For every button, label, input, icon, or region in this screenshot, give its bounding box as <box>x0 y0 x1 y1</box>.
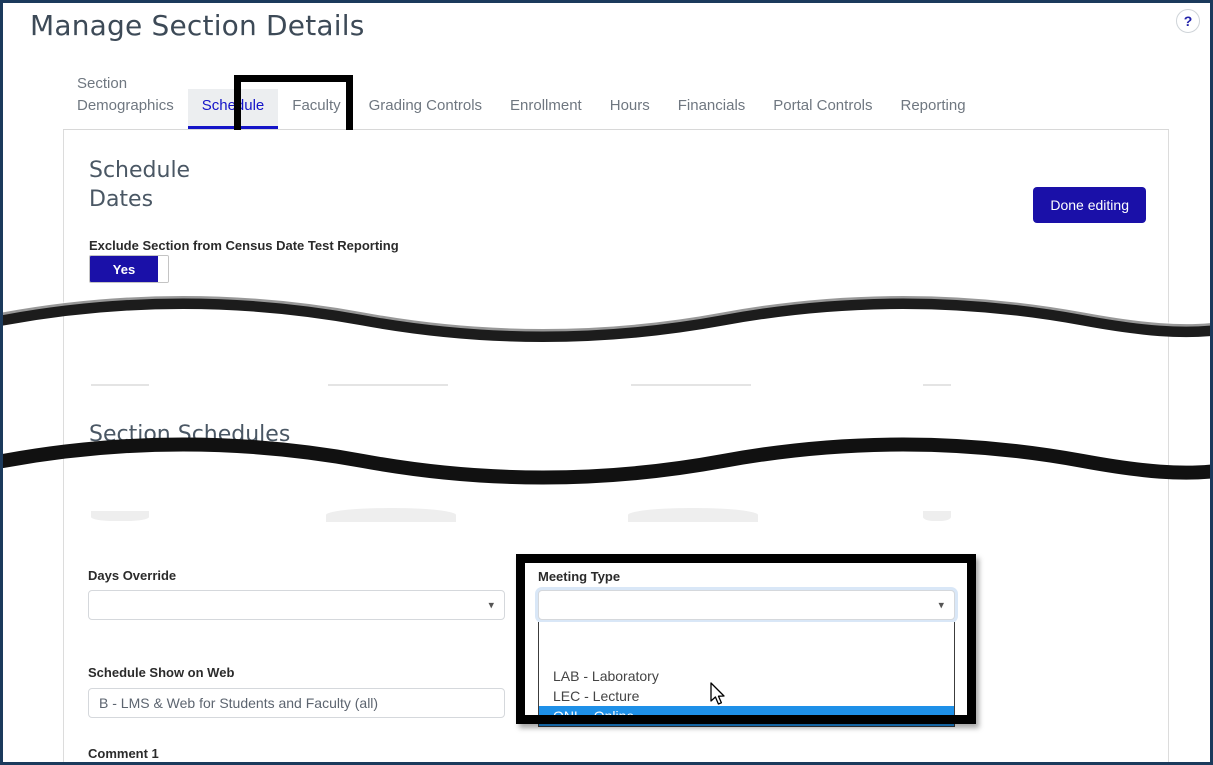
option-onl-online[interactable]: ONL - Online <box>539 706 954 726</box>
option-blank[interactable] <box>539 646 954 666</box>
obscured-content-fragment <box>91 511 149 521</box>
obscured-content-fragment <box>326 508 456 522</box>
option-lec-lecture[interactable]: LEC - Lecture <box>539 686 954 706</box>
tab-enrollment[interactable]: Enrollment <box>496 89 596 129</box>
help-icon[interactable]: ? <box>1176 9 1200 33</box>
comment-1-label: Comment 1 <box>88 746 159 761</box>
schedule-show-on-web-label: Schedule Show on Web <box>88 665 234 680</box>
obscured-content-fragment <box>628 508 758 522</box>
exclude-section-label: Exclude Section from Census Date Test Re… <box>89 238 399 253</box>
toggle-value-label: Yes <box>90 256 158 282</box>
tab-schedule[interactable]: Schedule <box>188 89 279 129</box>
obscured-content-fragment <box>923 384 951 386</box>
tab-section-demographics[interactable]: Section Demographics <box>63 67 188 129</box>
schedule-show-on-web-value: B - LMS & Web for Students and Faculty (… <box>99 695 378 711</box>
days-override-select[interactable]: ▾ <box>88 590 505 620</box>
page-title: Manage Section Details <box>30 9 365 42</box>
days-override-label: Days Override <box>88 568 176 583</box>
chevron-down-icon: ▾ <box>938 599 944 612</box>
obscured-content-fragment <box>328 384 448 386</box>
meeting-type-option-list[interactable]: LAB - Laboratory LEC - Lecture ONL - Onl… <box>538 622 955 727</box>
tab-grading-controls[interactable]: Grading Controls <box>355 89 496 129</box>
section-schedules-heading: Section Schedules <box>89 420 290 449</box>
tab-financials[interactable]: Financials <box>664 89 760 129</box>
obscured-content-fragment <box>923 511 951 521</box>
application-window: Manage Section Details ? Section Demogra… <box>0 0 1213 765</box>
tab-bar: Section Demographics Schedule Faculty Gr… <box>63 71 1169 130</box>
tab-reporting[interactable]: Reporting <box>887 89 980 129</box>
mouse-cursor <box>710 682 728 708</box>
meeting-type-label: Meeting Type <box>538 569 620 584</box>
tab-faculty[interactable]: Faculty <box>278 89 354 129</box>
schedule-dates-heading: Schedule Dates <box>89 156 190 214</box>
tab-hours[interactable]: Hours <box>596 89 664 129</box>
meeting-type-select[interactable]: ▾ <box>538 590 955 620</box>
schedule-show-on-web-select[interactable]: B - LMS & Web for Students and Faculty (… <box>88 688 505 718</box>
toggle-knob <box>158 256 168 282</box>
exclude-section-toggle[interactable]: Yes <box>89 255 169 283</box>
obscured-content-fragment <box>631 384 751 386</box>
tab-portal-controls[interactable]: Portal Controls <box>759 89 886 129</box>
option-lab-laboratory[interactable]: LAB - Laboratory <box>539 666 954 686</box>
done-editing-button[interactable]: Done editing <box>1033 187 1146 223</box>
obscured-content-fragment <box>91 384 149 386</box>
chevron-down-icon: ▾ <box>488 599 494 612</box>
